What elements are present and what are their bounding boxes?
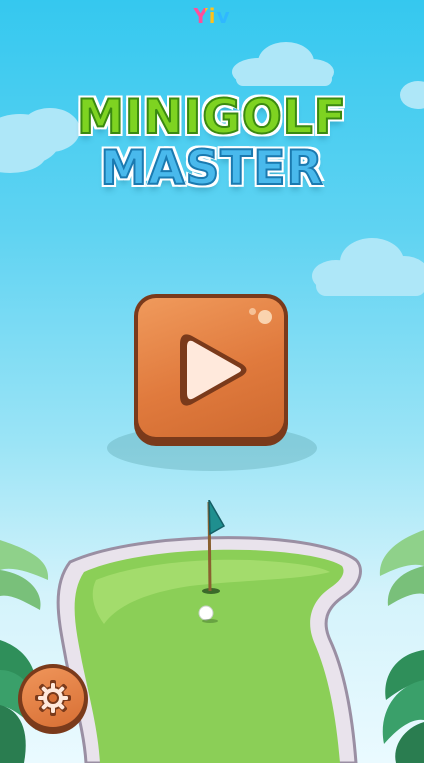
brand-logo: Yiv	[193, 4, 230, 28]
button-glint	[258, 310, 272, 324]
play-icon	[180, 334, 247, 406]
play-button[interactable]	[134, 294, 288, 446]
cloud-top-right	[232, 42, 334, 86]
settings-button[interactable]	[18, 664, 88, 734]
game-start-screen: Yiv MINIGOLF MASTER	[0, 0, 424, 763]
title-line-1: MINIGOLF	[76, 89, 347, 146]
cloud-mid-right	[312, 238, 424, 296]
flag-icon	[208, 500, 226, 536]
settings-button-face	[22, 668, 84, 727]
brand-logo-text: Yiv	[193, 4, 231, 28]
play-button-face	[138, 298, 284, 437]
button-glint-small	[249, 308, 256, 315]
gear-icon	[35, 679, 71, 716]
golf-ball-icon	[198, 605, 214, 621]
title-line-2: MASTER	[99, 140, 324, 197]
palm-leaves-right	[379, 530, 424, 763]
game-title: MINIGOLF MASTER	[0, 89, 424, 197]
